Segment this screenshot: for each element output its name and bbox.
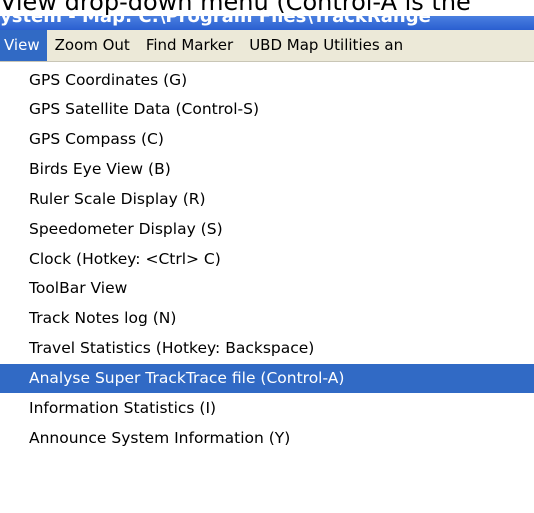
menu-item-gps-coordinates[interactable]: GPS Coordinates (G) [0,66,534,95]
window-title: ystem - Map: C:\Program Files\TrackRange [0,16,431,27]
menu-item-information-statistics[interactable]: Information Statistics (I) [0,394,534,423]
menu-item-gps-compass[interactable]: GPS Compass (C) [0,125,534,154]
menu-item-analyse-super-tracktrace[interactable]: Analyse Super TrackTrace file (Control-A… [0,364,534,393]
menu-item-gps-satellite-data[interactable]: GPS Satellite Data (Control-S) [0,95,534,124]
screenshot: View drop-down menu (Control-A is the ys… [0,0,534,513]
menu-item-ruler-scale-display[interactable]: Ruler Scale Display (R) [0,185,534,214]
window-titlebar: ystem - Map: C:\Program Files\TrackRange [0,16,534,30]
menu-item-track-notes-log[interactable]: Track Notes log (N) [0,304,534,333]
menu-bar: View Zoom Out Find Marker UBD Map Utilit… [0,30,534,62]
menu-item-travel-statistics[interactable]: Travel Statistics (Hotkey: Backspace) [0,334,534,363]
menu-item-announce-system-information[interactable]: Announce System Information (Y) [0,424,534,453]
menu-item-clock[interactable]: Clock (Hotkey: <Ctrl> C) [0,245,534,274]
view-dropdown-menu: GPS Coordinates (G) GPS Satellite Data (… [0,62,534,513]
menu-item-toolbar-view[interactable]: ToolBar View [0,274,534,303]
menu-item-speedometer-display[interactable]: Speedometer Display (S) [0,215,534,244]
menu-item-birds-eye-view[interactable]: Birds Eye View (B) [0,155,534,184]
menu-ubd-map-utilities[interactable]: UBD Map Utilities an [241,30,411,61]
caption-text: View drop-down menu (Control-A is the [0,0,471,16]
menu-view[interactable]: View [0,30,47,61]
menu-find-marker[interactable]: Find Marker [138,30,241,61]
menu-zoom-out[interactable]: Zoom Out [47,30,138,61]
